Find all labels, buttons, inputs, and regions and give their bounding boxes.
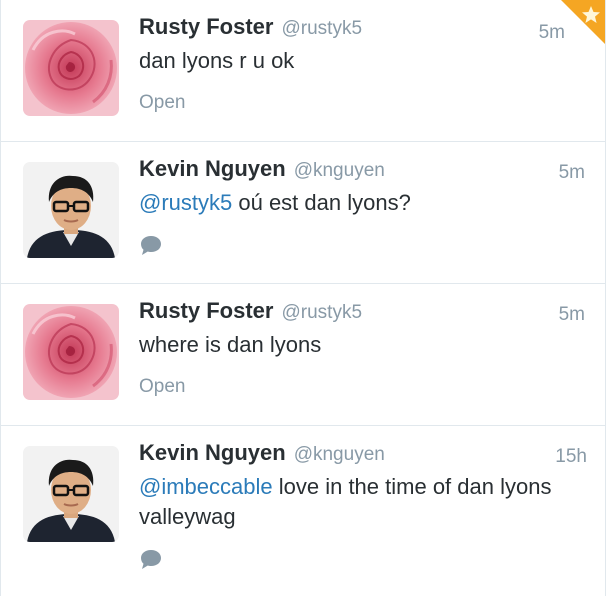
- avatar[interactable]: [23, 162, 119, 258]
- tweet-content: Rusty Foster @rustyk5 dan lyons r u ok O…: [139, 14, 585, 114]
- tweet-timestamp[interactable]: 5m: [559, 162, 585, 184]
- tweet-header: Rusty Foster @rustyk5: [139, 298, 585, 330]
- avatar[interactable]: [23, 446, 119, 542]
- open-link[interactable]: Open: [139, 376, 585, 398]
- person-avatar: [23, 446, 119, 542]
- open-link[interactable]: Open: [139, 92, 585, 114]
- author-handle[interactable]: @knguyen: [294, 160, 385, 182]
- author-name[interactable]: Kevin Nguyen: [139, 440, 286, 466]
- speech-bubble-icon[interactable]: [139, 234, 163, 256]
- author-handle[interactable]: @knguyen: [294, 444, 385, 466]
- tweet-content: Kevin Nguyen @knguyen @imbeccable love i…: [139, 440, 585, 575]
- avatar[interactable]: [23, 304, 119, 400]
- tweet-text: dan lyons r u ok: [139, 46, 585, 76]
- tweet-content: Rusty Foster @rustyk5 where is dan lyons…: [139, 298, 585, 398]
- author-name[interactable]: Rusty Foster: [139, 14, 273, 40]
- author-handle[interactable]: @rustyk5: [281, 18, 362, 40]
- tweet-text-body: dan lyons r u ok: [139, 48, 295, 73]
- tweet-header: Kevin Nguyen @knguyen: [139, 156, 585, 188]
- tweet-timestamp[interactable]: 15h: [555, 446, 587, 468]
- tweet-text: @rustyk5 oú est dan lyons?: [139, 188, 585, 218]
- tweet-text-body: where is dan lyons: [139, 332, 322, 357]
- author-name[interactable]: Rusty Foster: [139, 298, 273, 324]
- mention-link[interactable]: @imbeccable: [139, 474, 273, 499]
- tweet-text: @imbeccable love in the time of dan lyon…: [139, 472, 585, 532]
- author-handle[interactable]: @rustyk5: [281, 302, 362, 324]
- tweet-timeline: Rusty Foster @rustyk5 dan lyons r u ok O…: [0, 0, 606, 596]
- tweet-item[interactable]: Rusty Foster @rustyk5 where is dan lyons…: [1, 284, 605, 426]
- tweet-text-body: oú est dan lyons?: [232, 190, 411, 215]
- star-corner-icon: [561, 0, 605, 44]
- person-avatar: [23, 162, 119, 258]
- tweet-item[interactable]: Kevin Nguyen @knguyen @imbeccable love i…: [1, 426, 605, 596]
- tweet-timestamp[interactable]: 5m: [559, 304, 585, 326]
- rose-avatar: [23, 20, 119, 116]
- mention-link[interactable]: @rustyk5: [139, 190, 232, 215]
- author-name[interactable]: Kevin Nguyen: [139, 156, 286, 182]
- tweet-header: Rusty Foster @rustyk5: [139, 14, 585, 46]
- tweet-content: Kevin Nguyen @knguyen @rustyk5 oú est da…: [139, 156, 585, 261]
- avatar[interactable]: [23, 20, 119, 116]
- tweet-item[interactable]: Rusty Foster @rustyk5 dan lyons r u ok O…: [1, 0, 605, 142]
- speech-bubble-icon[interactable]: [139, 548, 163, 570]
- tweet-header: Kevin Nguyen @knguyen: [139, 440, 585, 472]
- tweet-text: where is dan lyons: [139, 330, 585, 360]
- tweet-item[interactable]: Kevin Nguyen @knguyen @rustyk5 oú est da…: [1, 142, 605, 284]
- rose-avatar: [23, 304, 119, 400]
